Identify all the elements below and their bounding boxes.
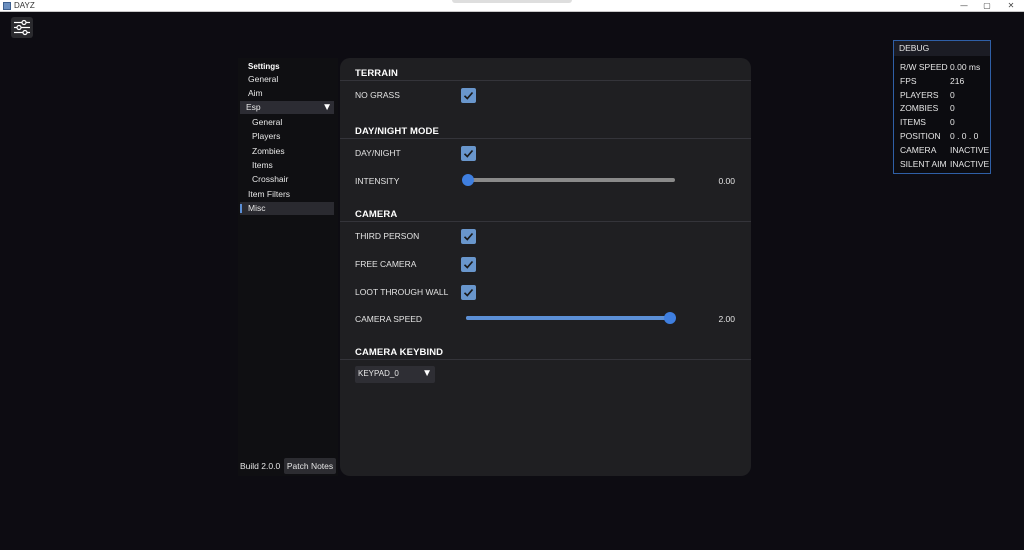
close-button[interactable]: ✕: [999, 0, 1023, 12]
sidebar-item-label: Items: [252, 160, 273, 170]
sidebar-heading: Settings: [248, 62, 280, 71]
sidebar-item-label: Zombies: [252, 146, 285, 156]
minimize-button[interactable]: —: [952, 0, 976, 12]
section-title-terrain: TERRAIN: [355, 68, 398, 79]
sidebar-item-label: General: [252, 117, 283, 127]
debug-key: ITEMS: [900, 117, 926, 127]
camera-speed-slider[interactable]: [461, 312, 677, 324]
debug-value: INACTIVE: [950, 145, 990, 155]
camera-keybind-select[interactable]: KEYPAD_0 ▼: [355, 366, 435, 383]
debug-key: PLAYERS: [900, 90, 939, 100]
camera-speed-value: 2.00: [718, 314, 735, 324]
free-camera-label: FREE CAMERA: [355, 259, 417, 269]
loot-through-wall-checkbox[interactable]: [461, 285, 476, 300]
debug-value: 0: [950, 90, 955, 100]
debug-key: R/W SPEED: [900, 62, 948, 72]
debug-row: FPS 216: [900, 76, 990, 87]
section-divider: [340, 138, 751, 139]
active-indicator: [240, 204, 242, 213]
checkmark-icon: [463, 91, 474, 100]
day-night-label: DAY/NIGHT: [355, 148, 401, 158]
debug-value: 216: [950, 76, 965, 86]
debug-row: ZOMBIES 0: [900, 103, 990, 114]
sidebar-item-label: Aim: [248, 88, 263, 98]
debug-value: 0 . 0 . 0: [950, 131, 979, 141]
section-divider: [340, 359, 751, 360]
intensity-value: 0.00: [718, 176, 735, 186]
sidebar-item-aim[interactable]: Aim: [240, 87, 334, 100]
build-version: Build 2.0.0: [240, 461, 281, 471]
checkmark-icon: [463, 288, 474, 297]
menu-toggle-button[interactable]: [11, 17, 33, 38]
sidebar-item-esp[interactable]: Esp ▼: [240, 101, 334, 114]
debug-row: SILENT AIM INACTIVE: [900, 159, 990, 170]
sidebar-item-esp-general[interactable]: General: [240, 116, 334, 129]
sidebar-item-general[interactable]: General: [240, 73, 334, 86]
debug-value: 0.00 ms: [950, 62, 981, 72]
debug-key: ZOMBIES: [900, 103, 939, 113]
sidebar-item-players[interactable]: Players: [240, 130, 334, 143]
third-person-label: THIRD PERSON: [355, 231, 420, 241]
slider-fill: [466, 316, 670, 320]
sidebar-item-item-filters[interactable]: Item Filters: [240, 188, 334, 201]
settings-panel: TERRAIN NO GRASS DAY/NIGHT MODE DAY/NIGH…: [340, 58, 751, 476]
camera-speed-label: CAMERA SPEED: [355, 314, 423, 324]
chevron-down-icon: ▼: [322, 102, 332, 113]
third-person-checkbox[interactable]: [461, 229, 476, 244]
patch-notes-button[interactable]: Patch Notes: [284, 458, 336, 474]
sidebar-item-crosshair[interactable]: Crosshair: [240, 173, 334, 186]
debug-row: POSITION 0 . 0 . 0: [900, 131, 990, 142]
sidebar-item-items[interactable]: Items: [240, 159, 334, 172]
sidebar-item-zombies[interactable]: Zombies: [240, 145, 334, 158]
settings-sidebar: Settings General Aim Esp ▼ General Playe…: [238, 58, 338, 476]
debug-row: ITEMS 0: [900, 117, 990, 128]
sidebar-item-label: Item Filters: [248, 189, 291, 199]
sidebar-item-label: Misc: [248, 203, 266, 213]
section-divider: [340, 80, 751, 81]
checkmark-icon: [463, 260, 474, 269]
sidebar-item-misc[interactable]: Misc: [240, 202, 334, 215]
sidebar-item-label: General: [248, 74, 279, 84]
debug-overlay: DEBUG R/W SPEED 0.00 ms FPS 216 PLAYERS 0 Z…: [893, 40, 991, 174]
window-titlebar[interactable]: DAYZ — ▢ ✕: [0, 0, 1024, 12]
section-divider: [340, 221, 751, 222]
section-title-day-night: DAY/NIGHT MODE: [355, 126, 439, 137]
sidebar-footer: Build 2.0.0 Patch Notes: [238, 458, 338, 474]
debug-key: POSITION: [900, 131, 941, 141]
debug-value: INACTIVE: [950, 159, 990, 169]
checkmark-icon: [463, 149, 474, 158]
section-title-camera: CAMERA: [355, 209, 398, 220]
debug-value: 0: [950, 103, 955, 113]
debug-row: PLAYERS 0: [900, 90, 990, 101]
intensity-label: INTENSITY: [355, 176, 400, 186]
slider-thumb[interactable]: [664, 312, 676, 324]
debug-key: CAMERA: [900, 145, 937, 155]
debug-title[interactable]: DEBUG: [894, 41, 990, 56]
slider-thumb[interactable]: [462, 174, 474, 186]
checkmark-icon: [463, 232, 474, 241]
section-title-camera-keybind: CAMERA KEYBIND: [355, 347, 444, 358]
debug-row: R/W SPEED 0.00 ms: [900, 62, 990, 73]
chevron-down-icon: ▼: [422, 368, 432, 379]
sidebar-item-label: Crosshair: [252, 174, 289, 184]
loot-through-wall-label: LOOT THROUGH WALL: [355, 287, 449, 297]
camera-keybind-value: KEYPAD_0: [358, 369, 399, 378]
debug-value: 0: [950, 117, 955, 127]
sidebar-item-label: Players: [252, 131, 281, 141]
window-title: DAYZ: [14, 1, 35, 10]
no-grass-label: NO GRASS: [355, 90, 400, 100]
no-grass-checkbox[interactable]: [461, 88, 476, 103]
debug-key: FPS: [900, 76, 917, 86]
titlebar-drag-hint: [452, 0, 572, 3]
app-icon: [3, 2, 11, 10]
intensity-slider[interactable]: [461, 174, 677, 186]
sidebar-item-label: Esp: [246, 102, 261, 112]
debug-key: SILENT AIM: [900, 159, 947, 169]
day-night-checkbox[interactable]: [461, 146, 476, 161]
sliders-icon: [14, 19, 30, 36]
debug-row: CAMERA INACTIVE: [900, 145, 990, 156]
free-camera-checkbox[interactable]: [461, 257, 476, 272]
slider-track: [466, 178, 675, 182]
maximize-button[interactable]: ▢: [975, 0, 999, 12]
